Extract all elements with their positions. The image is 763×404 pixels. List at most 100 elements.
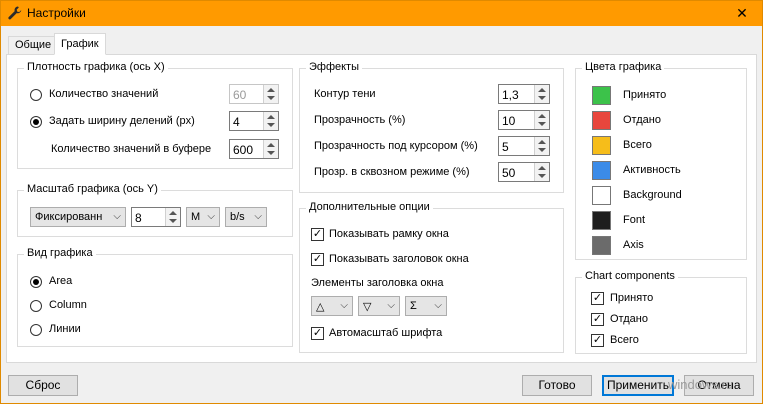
hover-label: Прозрачность под курсором (%) (314, 140, 478, 152)
shadow-spinner[interactable]: 1,3 (498, 84, 550, 104)
show-header-checkbox[interactable]: ✓ (311, 253, 324, 266)
component-label: Принято (610, 292, 654, 304)
extra-options-group: Дополнительные опции ✓ Показывать рамку … (299, 201, 564, 353)
colors-group: Цвета графика Принято Отдано Всего Активнос… (575, 61, 747, 260)
color-label: Background (623, 189, 682, 201)
component-label: Отдано (610, 313, 648, 325)
count-radio[interactable] (30, 89, 42, 101)
view-group: Вид графика Area Column Линии (17, 247, 293, 347)
component-checkbox[interactable]: ✓ (591, 313, 604, 326)
ok-button[interactable]: Готово (522, 375, 592, 396)
buffer-value: 600 (233, 143, 254, 157)
show-frame-checkbox[interactable]: ✓ (311, 228, 324, 241)
color-swatch[interactable] (592, 186, 611, 205)
color-label: Активность (623, 164, 681, 176)
effects-group: Эффекты Контур тени 1,3 Прозрачность (%)… (299, 61, 564, 193)
chevron-down-icon: ⌵ (113, 211, 121, 222)
show-frame-label: Показывать рамку окна (329, 228, 449, 240)
header-element-select-2[interactable]: ▽ ⌵ (358, 296, 400, 316)
color-swatch[interactable] (592, 236, 611, 255)
rate-value: b/s (230, 211, 245, 223)
header-elements-label: Элементы заголовка окна (311, 277, 444, 289)
window-title: Настройки (27, 6, 86, 20)
tab-chart[interactable]: График (54, 33, 106, 55)
spinner-arrows[interactable] (263, 140, 278, 158)
component-checkbox[interactable]: ✓ (591, 292, 604, 305)
header-element-select-3[interactable]: Σ ⌵ (405, 296, 447, 316)
hover-value: 5 (502, 140, 509, 154)
spinner-arrows (263, 85, 278, 103)
color-swatch[interactable] (592, 211, 611, 230)
count-spinner: 60 (229, 84, 279, 104)
header-element-select-1[interactable]: △ ⌵ (311, 296, 353, 316)
view-column-radio[interactable] (30, 300, 42, 312)
passthrough-value: 50 (502, 166, 516, 180)
spinner-arrows[interactable] (534, 163, 549, 181)
component-label: Всего (610, 334, 639, 346)
autoscale-label: Автомасштаб шрифта (329, 327, 443, 339)
width-spinner[interactable]: 4 (229, 111, 279, 131)
view-option-label: Линии (49, 323, 81, 335)
spinner-arrows[interactable] (165, 208, 180, 226)
autoscale-checkbox[interactable]: ✓ (311, 327, 324, 340)
tab-label: Общие (15, 39, 52, 51)
count-label: Количество значений (49, 88, 159, 100)
spinner-arrows[interactable] (534, 137, 549, 155)
rate-select[interactable]: b/s ⌵ (225, 207, 267, 227)
close-icon[interactable]: ✕ (722, 1, 762, 26)
color-label: Принято (623, 89, 667, 101)
spinner-arrows[interactable] (263, 112, 278, 130)
unit-value: M (191, 211, 201, 223)
view-title: Вид графика (24, 247, 96, 259)
scale-value-spinner[interactable]: 8 (131, 207, 181, 227)
select-value: Σ (410, 300, 417, 312)
view-option-label: Area (49, 275, 73, 287)
color-swatch[interactable] (592, 161, 611, 180)
select-value: △ (316, 301, 325, 313)
color-label: Font (623, 214, 646, 226)
shadow-value: 1,3 (502, 88, 519, 102)
color-swatch[interactable] (592, 111, 611, 130)
chevron-down-icon: ⌵ (434, 300, 442, 311)
spinner-arrows[interactable] (534, 85, 549, 103)
count-value: 60 (233, 88, 247, 102)
colors-title: Цвета графика (582, 61, 665, 73)
density-group: Плотность графика (ось X) Количество зна… (17, 61, 293, 169)
scale-value: 8 (135, 211, 142, 225)
chevron-down-icon: ⌵ (254, 211, 262, 222)
scale-mode-select[interactable]: Фиксированн ⌵ (30, 207, 126, 227)
view-lines-radio[interactable] (30, 324, 42, 336)
hover-spinner[interactable]: 5 (498, 136, 550, 156)
scale-mode-value: Фиксированн (35, 211, 103, 223)
passthrough-spinner[interactable]: 50 (498, 162, 550, 182)
density-title: Плотность графика (ось X) (24, 61, 168, 73)
view-option-label: Column (49, 299, 87, 311)
component-checkbox[interactable]: ✓ (591, 334, 604, 347)
wrench-icon (8, 6, 22, 20)
extra-title: Дополнительные опции (306, 201, 433, 213)
passthrough-label: Прозр. в сквозном режиме (%) (314, 166, 470, 178)
view-area-radio[interactable] (30, 276, 42, 288)
components-group: Chart components ✓ Принято ✓ Отдано ✓ Вс… (575, 270, 747, 354)
components-title: Chart components (582, 270, 678, 282)
color-label: Всего (623, 139, 652, 151)
color-swatch[interactable] (592, 136, 611, 155)
width-label: Задать ширину делений (px) (49, 115, 195, 127)
tab-general[interactable]: Общие (8, 36, 59, 54)
color-label: Отдано (623, 114, 661, 126)
width-value: 4 (233, 115, 240, 129)
reset-button[interactable]: Сброс (8, 375, 78, 396)
scale-title: Масштаб графика (ось Y) (24, 183, 161, 195)
spinner-arrows[interactable] (534, 111, 549, 129)
width-radio[interactable] (30, 116, 42, 128)
color-swatch[interactable] (592, 86, 611, 105)
unit-select[interactable]: M ⌵ (186, 207, 220, 227)
effects-title: Эффекты (306, 61, 363, 73)
transparency-value: 10 (502, 114, 516, 128)
buffer-spinner[interactable]: 600 (229, 139, 279, 159)
transparency-spinner[interactable]: 10 (498, 110, 550, 130)
apply-button[interactable]: Применить (602, 375, 674, 396)
select-value: ▽ (363, 301, 372, 313)
chevron-down-icon: ⌵ (207, 211, 215, 222)
chevron-down-icon: ⌵ (387, 300, 395, 311)
